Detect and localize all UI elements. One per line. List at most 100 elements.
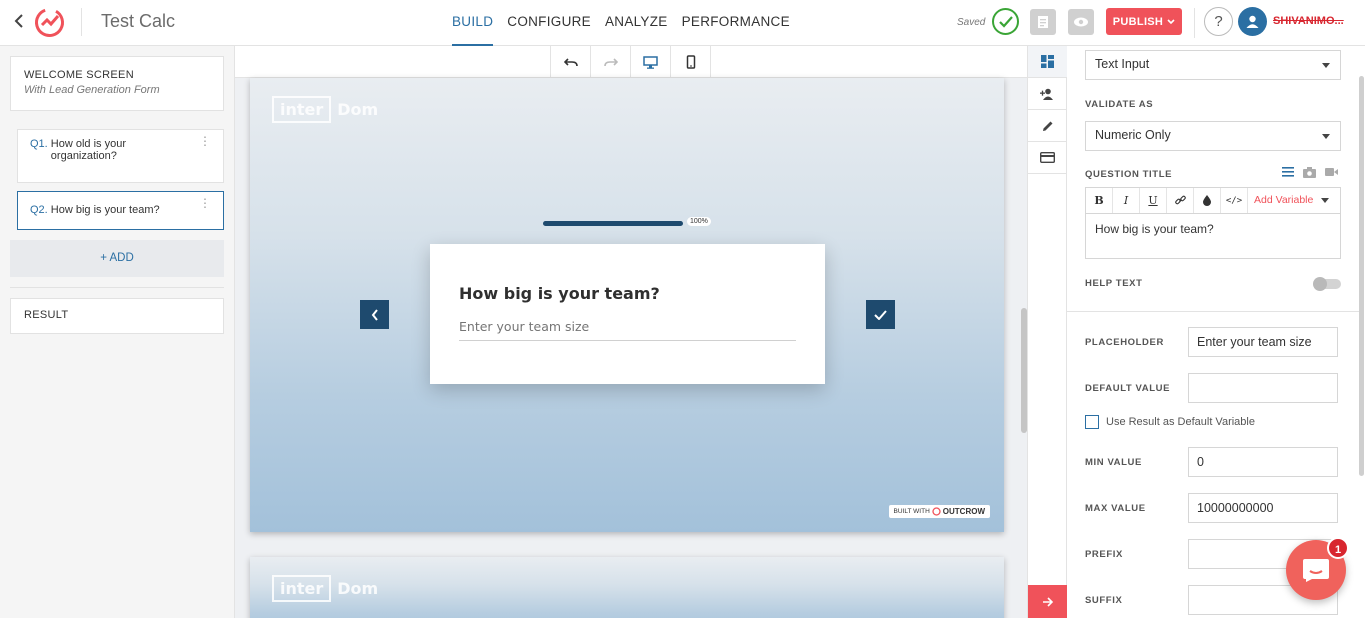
color-button[interactable]: [1194, 188, 1221, 213]
payment-settings-button[interactable]: [1028, 142, 1067, 174]
tab-configure[interactable]: CONFIGURE: [507, 0, 591, 46]
progress-bar: [543, 221, 683, 226]
add-variable-dropdown[interactable]: Add Variable: [1248, 188, 1335, 213]
publish-button[interactable]: PUBLISH: [1106, 8, 1182, 35]
outcrow-mini-icon: [932, 507, 941, 516]
help-text-toggle[interactable]: [1313, 277, 1341, 291]
min-value-input[interactable]: [1188, 447, 1338, 477]
placeholder-label: PLACEHOLDER: [1085, 337, 1164, 348]
placeholder-input[interactable]: [1188, 327, 1338, 357]
min-value-label: MIN VALUE: [1085, 457, 1142, 468]
team-size-input[interactable]: [459, 319, 796, 341]
question-title: How big is your team?: [459, 284, 660, 303]
add-user-icon: [1040, 88, 1053, 100]
default-value-label: DEFAULT VALUE: [1085, 383, 1171, 394]
eye-icon: [1074, 17, 1088, 27]
question-card-q2[interactable]: Q2. How big is your team? ⋮: [17, 191, 224, 230]
video-icon[interactable]: [1325, 167, 1338, 177]
properties-panel: Text Input VALIDATE AS Numeric Only QUES…: [1067, 46, 1365, 618]
caret-down-icon: [1322, 63, 1330, 68]
caret-down-icon: [1322, 134, 1330, 139]
previous-button[interactable]: [360, 300, 389, 329]
publish-label: PUBLISH: [1112, 15, 1164, 28]
tab-build[interactable]: BUILD: [452, 0, 494, 46]
rich-text-toolbar: B I U </> Add Variable: [1085, 187, 1341, 213]
preview-button[interactable]: [1068, 9, 1094, 35]
main-nav: BUILD CONFIGURE ANALYZE PERFORMANCE: [452, 0, 790, 46]
chat-notification-badge: 1: [1327, 537, 1349, 559]
check-icon: [874, 309, 887, 320]
edit-settings-button[interactable]: [1028, 110, 1067, 142]
undo-icon: [563, 58, 578, 67]
welcome-subtitle: With Lead Generation Form: [24, 84, 160, 96]
max-value-label: MAX VALUE: [1085, 503, 1146, 514]
validate-as-select[interactable]: Numeric Only: [1085, 121, 1341, 151]
redo-button[interactable]: [591, 46, 631, 78]
welcome-screen-card[interactable]: WELCOME SCREEN With Lead Generation Form: [10, 56, 224, 111]
droplet-icon: [1203, 195, 1211, 206]
default-value-input[interactable]: [1188, 373, 1338, 403]
panel-scrollbar[interactable]: [1359, 76, 1364, 476]
app-title: Test Calc: [101, 11, 176, 31]
tab-performance[interactable]: PERFORMANCE: [682, 0, 790, 46]
avatar[interactable]: [1238, 7, 1267, 36]
redo-icon: [603, 58, 618, 67]
username[interactable]: SHIVANIMO...: [1273, 15, 1359, 27]
back-icon[interactable]: [8, 10, 30, 34]
question-number: Q2.: [30, 204, 48, 216]
help-button[interactable]: ?: [1204, 7, 1233, 36]
credit-card-icon: [1040, 152, 1055, 163]
question-number: Q1.: [30, 138, 48, 150]
header-divider: [81, 8, 82, 36]
question-title-editor[interactable]: How big is your team?: [1085, 213, 1341, 259]
input-type-select[interactable]: Text Input: [1085, 50, 1341, 80]
templates-button[interactable]: [1030, 9, 1056, 35]
more-vertical-icon[interactable]: ⋮: [199, 135, 211, 147]
question-text: How big is your team?: [50, 204, 160, 216]
user-icon: [1246, 15, 1259, 28]
underline-button[interactable]: U: [1140, 188, 1167, 213]
mobile-icon: [686, 55, 695, 69]
next-panel-button[interactable]: [1028, 585, 1067, 618]
tab-analyze[interactable]: ANALYZE: [605, 0, 668, 46]
left-sidebar: WELCOME SCREEN With Lead Generation Form…: [0, 46, 235, 618]
text-align-icon[interactable]: [1282, 167, 1294, 177]
code-button[interactable]: </>: [1221, 188, 1248, 213]
outcrow-logo[interactable]: [33, 6, 66, 39]
help-text-label: HELP TEXT: [1085, 278, 1143, 289]
question-text: How old is your organization?: [50, 138, 126, 162]
dashboard-icon: [1041, 55, 1054, 68]
header-divider-right: [1194, 8, 1195, 38]
progress-label: 100%: [687, 217, 711, 226]
max-value-input[interactable]: [1188, 493, 1338, 523]
desktop-icon: [643, 55, 658, 69]
submit-button[interactable]: [866, 300, 895, 329]
add-question-button[interactable]: + ADD: [10, 240, 224, 277]
undo-button[interactable]: [551, 46, 591, 78]
saved-status: Saved: [957, 17, 986, 28]
more-vertical-icon[interactable]: ⋮: [199, 197, 211, 209]
use-result-label: Use Result as Default Variable: [1106, 416, 1255, 428]
chevron-down-icon: [1167, 18, 1175, 24]
use-result-checkbox[interactable]: [1085, 415, 1099, 429]
question-title-label: QUESTION TITLE: [1085, 169, 1173, 180]
title-media-icons: [1282, 167, 1338, 178]
arrow-right-icon: [1042, 596, 1053, 607]
sidebar-divider: [10, 287, 224, 288]
camera-icon[interactable]: [1303, 167, 1316, 178]
brand-logo: inter Dom: [272, 96, 378, 123]
built-with-badge[interactable]: BUILT WITH OUTCROW: [888, 505, 990, 518]
slide-preview-next: inter Dom: [250, 557, 1004, 618]
result-card[interactable]: RESULT: [10, 298, 224, 334]
settings-icon-strip: [1027, 46, 1067, 618]
bold-button[interactable]: B: [1086, 188, 1113, 213]
mobile-view-button[interactable]: [671, 46, 711, 78]
validate-as-label: VALIDATE AS: [1085, 99, 1154, 110]
link-button[interactable]: [1167, 188, 1194, 213]
question-card-q1[interactable]: Q1. How old is your organization? ⋮: [17, 129, 224, 183]
layout-settings-button[interactable]: [1028, 46, 1067, 78]
lead-settings-button[interactable]: [1028, 78, 1067, 110]
italic-button[interactable]: I: [1113, 188, 1140, 213]
panel-divider: [1067, 311, 1359, 312]
desktop-view-button[interactable]: [631, 46, 671, 78]
